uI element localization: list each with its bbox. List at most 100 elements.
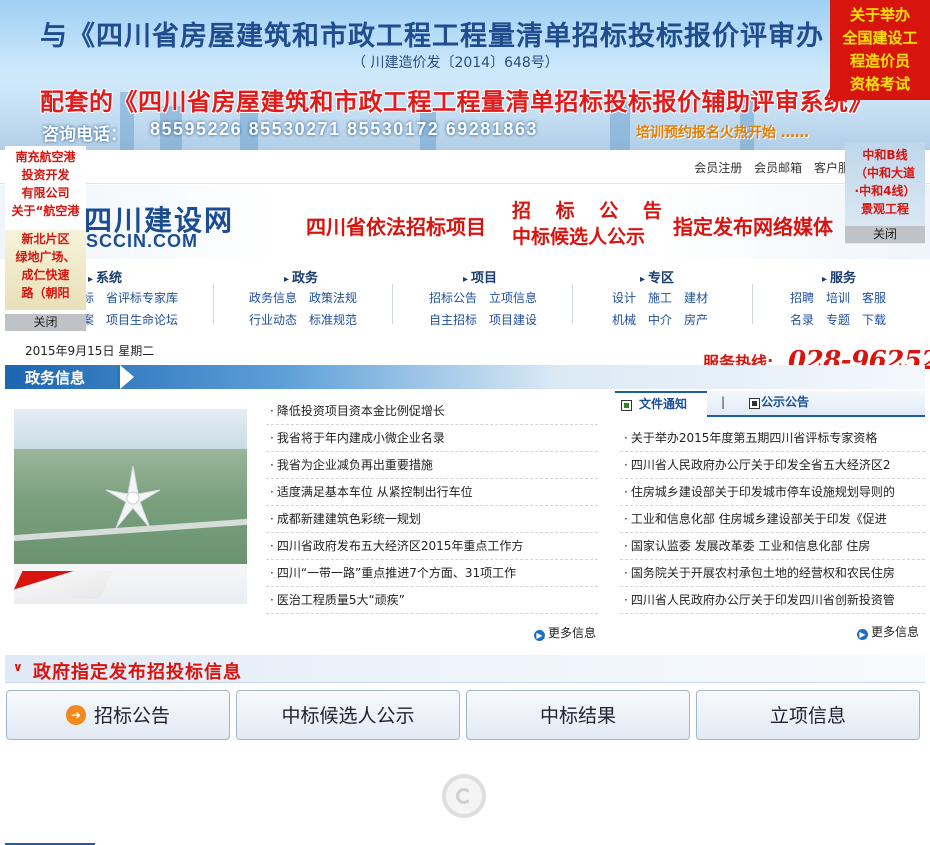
header-arrow-icon	[120, 365, 134, 389]
nav-link[interactable]: 自主招标	[429, 313, 477, 327]
ad-line: 景观工程	[860, 202, 909, 216]
nav-link[interactable]: 施工	[648, 291, 672, 305]
main-nav: 系统 标省评标专家库 案项目生命论坛 政务 政务信息政策法规 行业动态标准规范 …	[0, 260, 930, 332]
nav-link[interactable]: 培训	[826, 291, 850, 305]
nav-link[interactable]: 省评标专家库	[106, 291, 178, 305]
member-register-link[interactable]: 会员注册	[694, 161, 742, 175]
button-label: 中标结果	[539, 705, 616, 727]
notice-item[interactable]: 国家认监委 发展改革委 工业和信息化部 住房	[620, 533, 925, 560]
notice-item[interactable]: 关于举办2015年度第五期四川省评标专家资格	[620, 425, 925, 452]
chevron-down-icon: ∨	[13, 660, 23, 674]
nav-link[interactable]: 建材	[684, 291, 708, 305]
ad-line: 新北片区	[21, 232, 70, 246]
exam-notice-line: 资格考试	[849, 75, 910, 93]
gov-info-title[interactable]: 政务信息	[25, 367, 85, 388]
nav-link[interactable]: 设计	[612, 291, 636, 305]
nav-link[interactable]: 名录	[790, 313, 814, 327]
member-mailbox-link[interactable]: 会员邮箱	[754, 161, 802, 175]
float-right-close-button[interactable]: 关闭	[845, 226, 925, 243]
arrow-right-icon: ▶	[857, 629, 868, 640]
site-logo-en[interactable]: SCCIN.COM	[86, 231, 198, 252]
nav-link[interactable]: 下载	[862, 313, 886, 327]
banner-document-number: （ 川建造价发〔2014〕648号）	[352, 55, 559, 71]
notice-item[interactable]: 四川省人民政府办公厅关于印发全省五大经济区2	[620, 452, 925, 479]
nav-heading-zone[interactable]: 专区	[640, 267, 674, 286]
exam-notice-ad[interactable]: 关于举办 全国建设工 程造价员 资格考试	[830, 0, 930, 100]
float-ad-left[interactable]: 南充航空港 投资开发 有限公司 关于“航空港 新北片区 绿地广场、 成仁快速 路…	[5, 146, 86, 331]
airport-photo[interactable]	[14, 409, 247, 604]
float-ad-right-content[interactable]: 中和B线 （中和大道 ·中和4线） 景观工程	[845, 142, 925, 218]
document-icon	[621, 400, 632, 411]
float-ad-left-top[interactable]: 南充航空港 投资开发 有限公司 关于“航空港	[5, 148, 86, 220]
notice-item[interactable]: 工业和信息化部 住房城乡建设部关于印发《促进	[620, 506, 925, 533]
tab-label: 文件通知	[639, 397, 688, 411]
banner-phone-label: 咨询电话：	[42, 125, 127, 145]
news-item[interactable]: 四川“一带一路”重点推进7个方面、31项工作	[266, 560, 598, 587]
news-item[interactable]: 降低投资项目资本金比例促增长	[266, 398, 598, 425]
tab-file-notice[interactable]: 文件通知	[615, 391, 707, 417]
news-more-link[interactable]: ▶ 更多信息	[534, 624, 596, 641]
bidding-header: ∨ 政府指定发布招投标信息	[5, 655, 925, 683]
nav-link[interactable]: 客服	[862, 291, 886, 305]
arrow-right-icon: ▶	[534, 630, 545, 641]
nav-link[interactable]: 项目生命论坛	[106, 313, 178, 327]
notice-item[interactable]: 国务院关于开展农村承包土地的经营权和农民住房	[620, 560, 925, 587]
ad-line: 南充航空港	[15, 150, 76, 164]
button-label: 立项信息	[769, 705, 846, 727]
notice-item[interactable]: 四川省人民政府办公厅关于印发四川省创新投资管	[620, 587, 925, 614]
nav-link[interactable]: 行业动态	[249, 313, 297, 327]
nav-link[interactable]: 房产	[684, 313, 708, 327]
nav-link[interactable]: 标准规范	[309, 313, 357, 327]
nav-heading-system[interactable]: 系统	[88, 267, 122, 286]
news-item[interactable]: 医治工程质量5大“顽疾”	[266, 587, 598, 614]
tab-public-notice[interactable]: 公示公告	[743, 391, 809, 417]
float-ad-right[interactable]: 中和B线 （中和大道 ·中和4线） 景观工程 关闭	[845, 142, 925, 244]
bid-notice-button[interactable]: ➜ 招标公告	[6, 690, 230, 740]
airplane-tail-icon	[14, 571, 113, 599]
exam-notice-line: 全国建设工	[842, 29, 918, 47]
document-icon	[749, 398, 760, 409]
nav-link[interactable]: 专题	[826, 313, 850, 327]
ad-line: 投资开发	[21, 168, 70, 182]
project-approval-button[interactable]: 立项信息	[696, 690, 920, 740]
winning-candidate-button[interactable]: 中标候选人公示	[236, 690, 460, 740]
nav-link[interactable]: 项目建设	[489, 313, 537, 327]
nav-heading-government[interactable]: 政务	[284, 267, 318, 286]
news-more-label: 更多信息	[548, 626, 597, 640]
nav-link[interactable]: 立项信息	[489, 291, 537, 305]
news-item[interactable]: 我省将于年内建成小微企业名录	[266, 425, 598, 452]
news-item[interactable]: 适度满足基本车位 从紧控制出行车位	[266, 479, 598, 506]
top-banner-ad[interactable]: 与《四川省房屋建筑和市政工程工程量清单招标投标报价评审办 （ 川建造价发〔201…	[0, 0, 930, 150]
slogan-mid-top: 招 标 公 告	[512, 200, 671, 222]
nav-link[interactable]: 招标公告	[429, 291, 477, 305]
notices-more-link[interactable]: ▶ 更多信息	[857, 623, 919, 640]
exam-notice-line: 程造价员	[849, 52, 910, 70]
nav-link[interactable]: 政务信息	[249, 291, 297, 305]
news-item[interactable]: 成都新建建筑色彩统一规划	[266, 506, 598, 533]
float-left-close-button[interactable]: 关闭	[5, 314, 86, 331]
exam-notice-line: 关于举办	[849, 6, 910, 24]
banner-subtitle: 配套的《四川省房屋建筑和市政工程工程量清单招标投标报价辅助评审系统》	[40, 88, 873, 116]
nav-link[interactable]: 机械	[612, 313, 636, 327]
ad-line: 有限公司	[21, 186, 70, 200]
nav-link[interactable]: 政策法规	[309, 291, 357, 305]
news-item[interactable]: 四川省政府发布五大经济区2015年重点工作方	[266, 533, 598, 560]
tab-label: 公示公告	[761, 395, 810, 409]
nav-heading-project[interactable]: 项目	[463, 267, 497, 286]
ad-line: 成仁快速	[21, 268, 70, 282]
notice-item[interactable]: 住房城乡建设部关于印发城市停车设施规划导则的	[620, 479, 925, 506]
news-item[interactable]: 我省为企业减负再出重要措施	[266, 452, 598, 479]
nav-link[interactable]: 中介	[648, 313, 672, 327]
ad-line: ·中和4线）	[854, 184, 916, 198]
float-ad-left-bottom[interactable]: 新北片区 绿地广场、 成仁快速 路（朝阳	[5, 230, 86, 310]
ad-line: 关于“航空港	[11, 204, 80, 218]
winning-result-button[interactable]: 中标结果	[466, 690, 690, 740]
nav-link[interactable]: 招聘	[790, 291, 814, 305]
arrow-right-icon: ➜	[65, 705, 86, 725]
tab-separator: |	[721, 395, 726, 409]
nav-heading-service[interactable]: 服务	[822, 267, 856, 286]
button-label: 中标候选人公示	[281, 705, 415, 727]
top-links-bar: 会员注册 会员邮箱 客户服	[0, 150, 930, 184]
button-label: 招标公告	[93, 705, 170, 727]
page: 与《四川省房屋建筑和市政工程工程量清单招标投标报价评审办 （ 川建造价发〔201…	[0, 0, 930, 845]
